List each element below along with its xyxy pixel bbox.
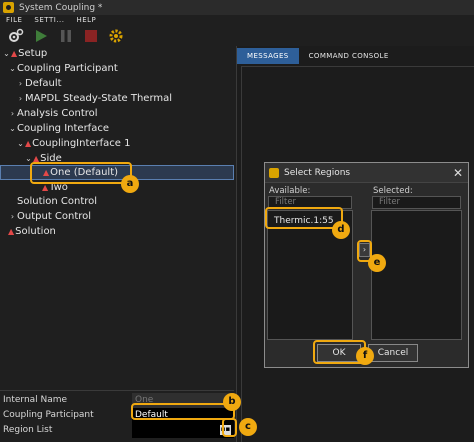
callout-badge-d: d	[332, 221, 350, 239]
pause-icon	[61, 30, 71, 42]
setup-gears-button[interactable]	[8, 28, 24, 44]
gear-icon	[109, 29, 123, 43]
warning-icon: ▲	[25, 139, 32, 148]
warning-icon: ▲	[11, 49, 18, 58]
chevron-right-icon[interactable]: ›	[8, 106, 17, 121]
stop-icon	[85, 30, 97, 42]
tree-item-label: Coupling Participant	[17, 63, 118, 74]
menu-bar: File Setti... Help	[0, 15, 474, 26]
tree-item-mapdl[interactable]: › MAPDL Steady-State Thermal	[0, 91, 234, 106]
play-icon	[36, 30, 47, 42]
tree-item-label: Coupling Interface	[17, 123, 109, 134]
warning-icon: ▲	[8, 227, 15, 236]
chevron-right-icon[interactable]: ›	[16, 91, 25, 106]
outline-tree: ⌄ ▲ Setup ⌄ Coupling Participant › Defau…	[0, 46, 234, 386]
tree-item-label: Solution	[15, 226, 56, 237]
tab-command-console[interactable]: Command Console	[299, 48, 399, 64]
toolbar	[0, 26, 474, 46]
tree-item-setup[interactable]: ⌄ ▲ Setup	[0, 46, 234, 61]
app-icon	[269, 167, 279, 178]
close-icon[interactable]: ✕	[448, 166, 468, 180]
property-label: Internal Name	[3, 395, 68, 405]
tree-item-label: MAPDL Steady-State Thermal	[25, 93, 173, 104]
property-region-list: Region List ▪▪	[0, 423, 234, 438]
tree-item-solution-control[interactable]: Solution Control	[0, 194, 234, 209]
tree-item-label: Default	[25, 78, 62, 89]
property-label: Coupling Participant	[3, 410, 94, 420]
chevron-right-icon[interactable]: ›	[16, 76, 25, 91]
chevron-down-icon[interactable]: ⌄	[16, 136, 25, 151]
callout-badge-c: c	[239, 418, 257, 436]
callout-badge-e: e	[368, 254, 386, 272]
chevron-down-icon[interactable]: ⌄	[2, 46, 11, 61]
chevron-down-icon[interactable]: ⌄	[8, 121, 17, 136]
callout-highlight-b	[131, 403, 235, 420]
menu-settings[interactable]: Setti...	[28, 15, 70, 26]
tab-messages[interactable]: Messages	[237, 48, 299, 64]
panel-tabs: Messages Command Console	[237, 48, 399, 64]
dialog-title-bar: Select Regions ✕	[265, 163, 468, 183]
tree-item-analysis-control[interactable]: › Analysis Control	[0, 106, 234, 121]
callout-highlight-c	[222, 418, 237, 437]
tree-item-solution[interactable]: ▲ Solution	[0, 224, 234, 239]
pause-button[interactable]	[58, 28, 74, 44]
tree-item-output-control[interactable]: › Output Control	[0, 209, 234, 224]
settings-button[interactable]	[108, 28, 124, 44]
tree-item-label: Setup	[18, 48, 48, 59]
chevron-down-icon[interactable]: ⌄	[8, 61, 17, 76]
selected-regions-list	[371, 210, 462, 340]
tree-item-coupling-participant[interactable]: ⌄ Coupling Participant	[0, 61, 234, 76]
tree-item-label: CouplingInterface 1	[32, 138, 131, 149]
menu-file[interactable]: File	[0, 15, 28, 26]
callout-badge-b: b	[223, 393, 241, 411]
tree-item-label: Analysis Control	[17, 108, 98, 119]
app-icon	[3, 2, 14, 13]
solve-button[interactable]	[33, 28, 49, 44]
window-title: System Coupling *	[19, 2, 103, 13]
chevron-right-icon[interactable]: ›	[8, 209, 17, 224]
tree-item-coupling-interface-1[interactable]: ⌄ ▲ CouplingInterface 1	[0, 136, 234, 151]
callout-highlight-a	[30, 162, 132, 184]
tree-item-label: Output Control	[17, 211, 92, 222]
cancel-button[interactable]: Cancel	[368, 344, 418, 362]
available-label: Available:	[269, 186, 311, 196]
title-bar: System Coupling *	[0, 0, 474, 15]
selected-filter-input[interactable]: Filter	[372, 196, 461, 209]
menu-help[interactable]: Help	[70, 15, 102, 26]
dialog-title: Select Regions	[284, 167, 351, 178]
tree-item-label: Solution Control	[17, 196, 98, 207]
callout-badge-f: f	[356, 347, 374, 365]
gears-icon	[9, 28, 24, 42]
property-label: Region List	[3, 425, 53, 435]
region-list-field[interactable]: ▪▪	[132, 423, 234, 438]
callout-highlight-d	[265, 207, 343, 229]
tree-item-default[interactable]: › Default	[0, 76, 234, 91]
tree-item-coupling-interface[interactable]: ⌄ Coupling Interface	[0, 121, 234, 136]
stop-button[interactable]	[83, 28, 99, 44]
selected-label: Selected:	[373, 186, 413, 196]
callout-badge-a: a	[121, 175, 139, 193]
